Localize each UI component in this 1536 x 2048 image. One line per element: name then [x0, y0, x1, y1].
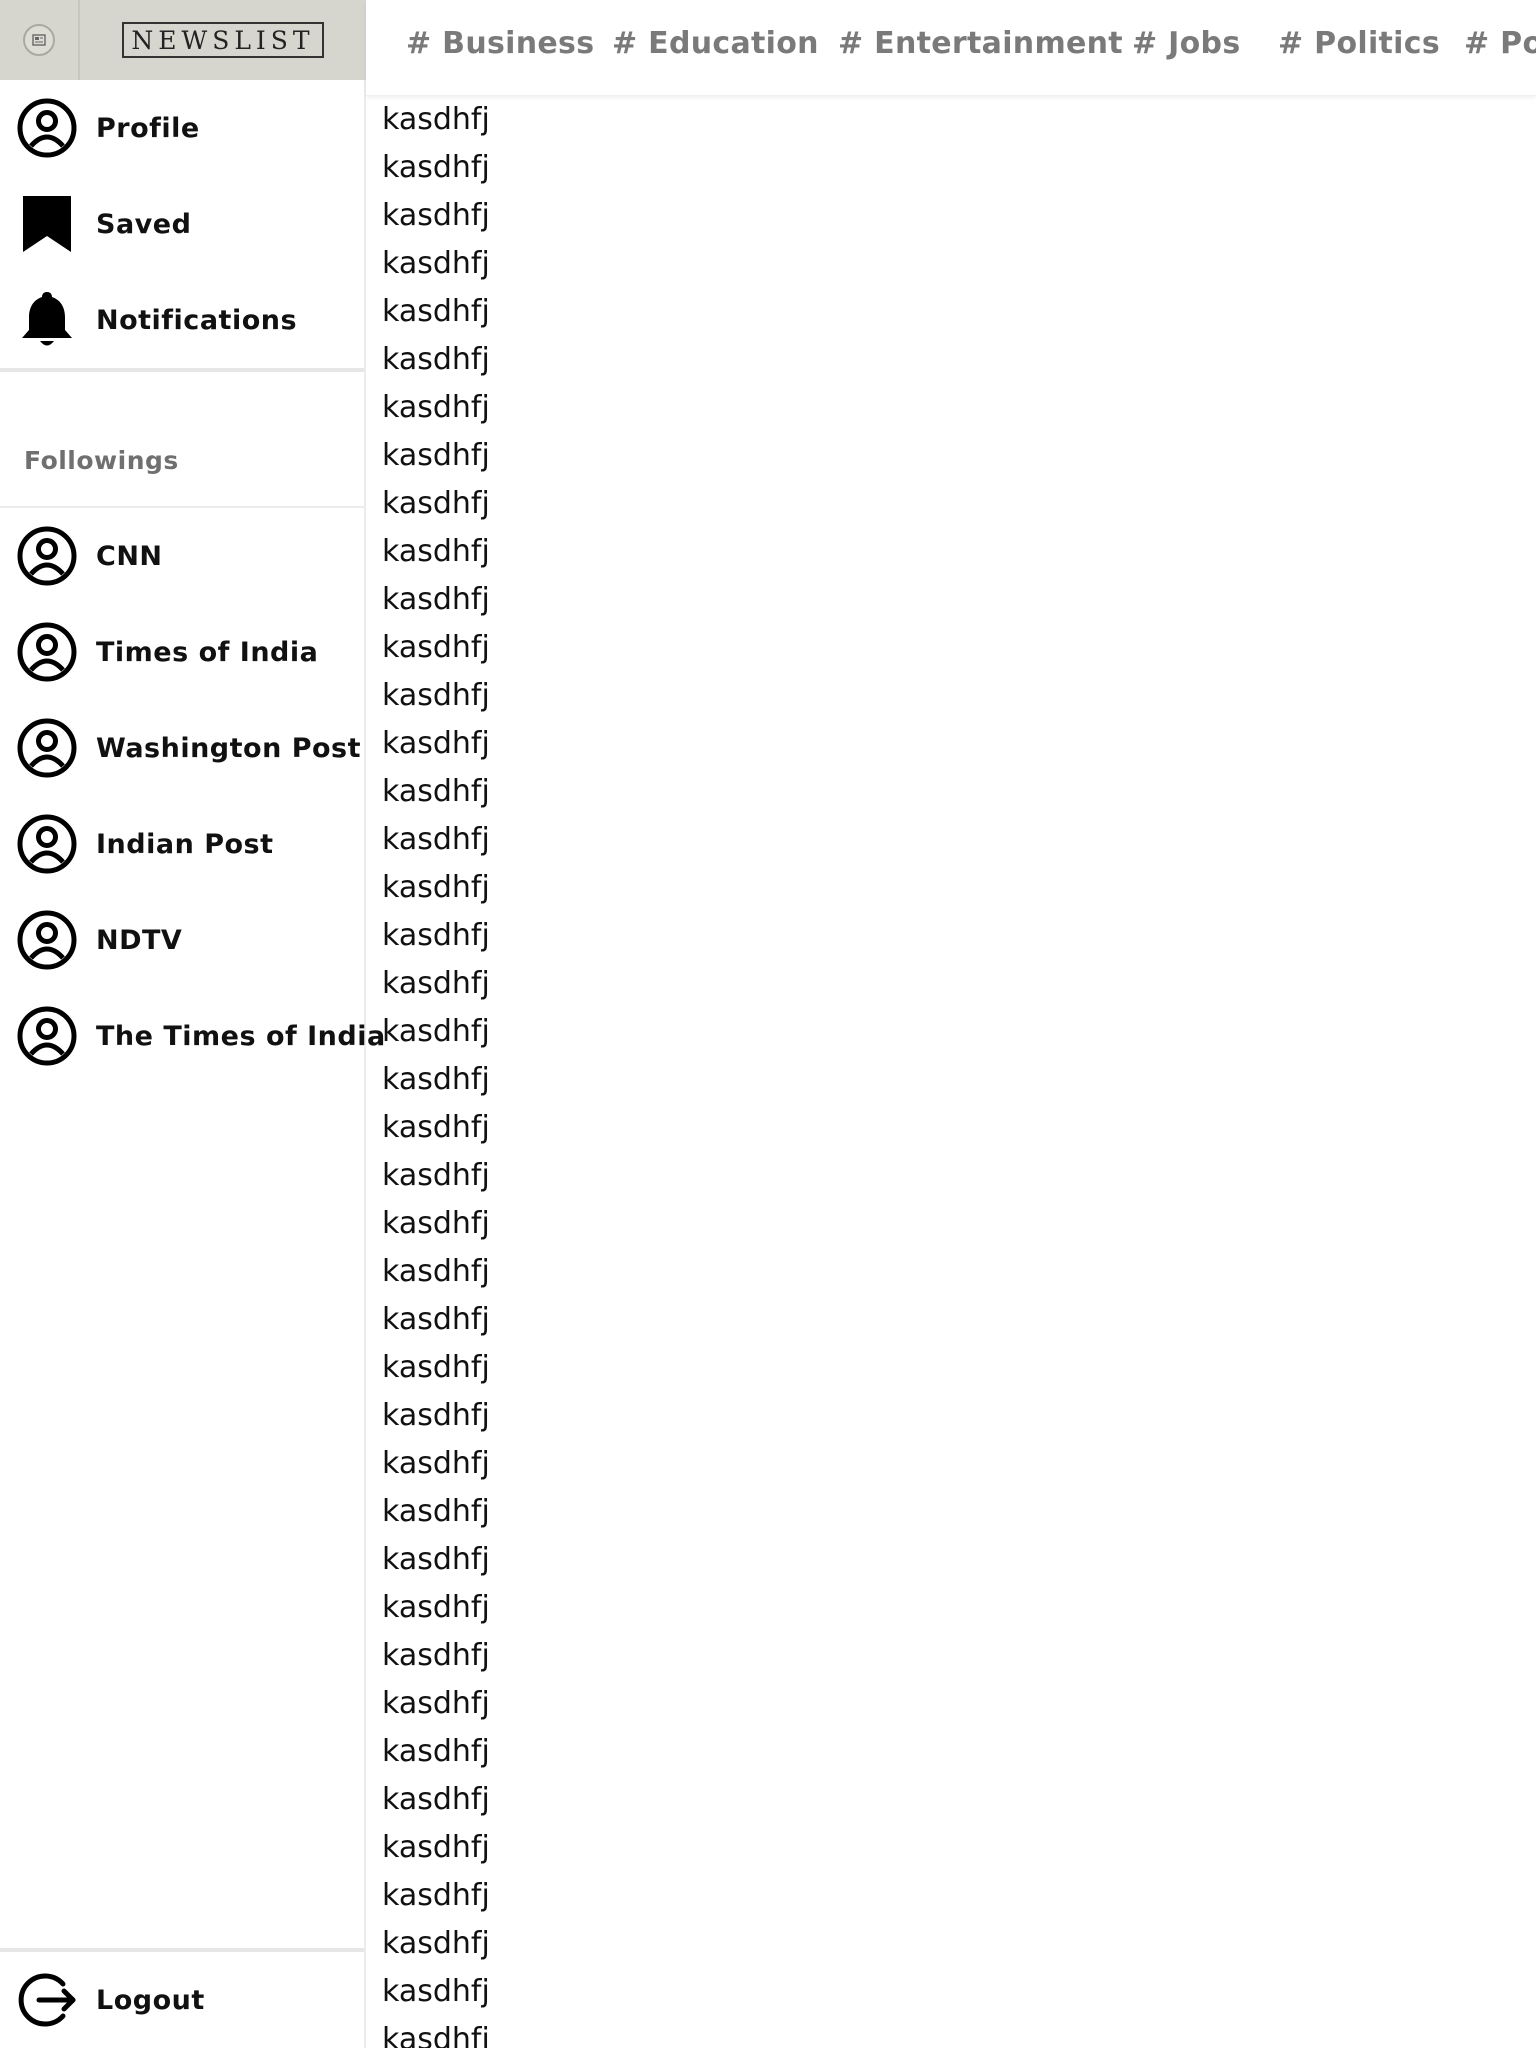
- feed-item[interactable]: kasdhfj: [382, 1296, 490, 1344]
- tab-jobs[interactable]: # Jobs: [1132, 26, 1241, 61]
- tab-pop[interactable]: # Po: [1464, 26, 1536, 61]
- tab-education[interactable]: # Education: [612, 26, 819, 61]
- brand-logo[interactable]: NEWSLIST: [122, 22, 324, 58]
- feed-item[interactable]: kasdhfj: [382, 1920, 490, 1968]
- news-feed: kasdhfj kasdhfj kasdhfj kasdhfj kasdhfj kasdh…: [382, 96, 1522, 2048]
- user-circle-icon: [17, 814, 77, 874]
- feed-item[interactable]: kasdhfj: [382, 96, 490, 144]
- feed-item[interactable]: kasdhfj: [382, 768, 490, 816]
- feed-item[interactable]: kasdhfj: [382, 384, 490, 432]
- feed-item[interactable]: kasdhfj: [382, 1104, 490, 1152]
- feed-item[interactable]: kasdhfj: [382, 144, 490, 192]
- feed-item[interactable]: kasdhfj: [382, 816, 490, 864]
- user-circle-icon: [17, 622, 77, 682]
- following-label: CNN: [96, 540, 163, 572]
- feed-item[interactable]: kasdhfj: [382, 336, 490, 384]
- feed-item[interactable]: kasdhfj: [382, 1680, 490, 1728]
- following-item-ndtv[interactable]: NDTV: [0, 892, 364, 988]
- logo-bar: NEWSLIST: [0, 0, 366, 80]
- feed-item[interactable]: kasdhfj: [382, 1536, 490, 1584]
- user-circle-icon: [17, 718, 77, 778]
- following-item-the-times-of-india[interactable]: The Times of India: [0, 988, 385, 1084]
- following-label: NDTV: [96, 924, 183, 956]
- user-circle-icon: [17, 910, 77, 970]
- feed-item[interactable]: kasdhfj: [382, 2016, 490, 2048]
- following-label: The Times of India: [96, 1020, 386, 1052]
- nav-profile[interactable]: Profile: [0, 80, 364, 176]
- nav-saved-label: Saved: [96, 208, 192, 240]
- feed-item[interactable]: kasdhfj: [382, 960, 490, 1008]
- following-label: Times of India: [96, 636, 319, 668]
- category-tabs: # Business # Education # Entertainment #…: [366, 0, 1536, 96]
- feed-item[interactable]: kasdhfj: [382, 672, 490, 720]
- feed-item[interactable]: kasdhfj: [382, 192, 490, 240]
- nav-notifications-label: Notifications: [96, 304, 298, 336]
- sidebar: NEWSLIST Profile Saved Notifications Fol…: [0, 0, 385, 2048]
- feed-item[interactable]: kasdhfj: [382, 1344, 490, 1392]
- following-item-indian-post[interactable]: Indian Post: [0, 796, 364, 892]
- feed-item[interactable]: kasdhfj: [382, 864, 490, 912]
- nav-profile-label: Profile: [96, 112, 200, 144]
- following-item-cnn[interactable]: CNN: [0, 508, 364, 604]
- feed-item[interactable]: kasdhfj: [382, 1440, 490, 1488]
- nav-saved[interactable]: Saved: [0, 176, 364, 272]
- tab-politics[interactable]: # Politics: [1278, 26, 1440, 61]
- feed-item[interactable]: kasdhfj: [382, 1776, 490, 1824]
- feed-item[interactable]: kasdhfj: [382, 912, 490, 960]
- logout-label: Logout: [96, 1984, 205, 2016]
- feed-item[interactable]: kasdhfj: [382, 624, 490, 672]
- feed-item[interactable]: kasdhfj: [382, 240, 490, 288]
- tab-business[interactable]: # Business: [406, 26, 594, 61]
- feed-item[interactable]: kasdhfj: [382, 1632, 490, 1680]
- feed-item[interactable]: kasdhfj: [382, 1248, 490, 1296]
- feed-item[interactable]: kasdhfj: [382, 1152, 490, 1200]
- app-logo-icon[interactable]: [23, 24, 55, 56]
- feed-item[interactable]: kasdhfj: [382, 288, 490, 336]
- feed-item[interactable]: kasdhfj: [382, 1824, 490, 1872]
- user-circle-icon: [17, 526, 77, 586]
- feed-item[interactable]: kasdhfj: [382, 480, 490, 528]
- feed-item[interactable]: kasdhfj: [382, 1056, 490, 1104]
- following-label: Indian Post: [96, 828, 274, 860]
- bookmark-icon: [17, 194, 77, 254]
- feed-item[interactable]: kasdhfj: [382, 528, 490, 576]
- followings-title: Followings: [24, 446, 179, 475]
- tab-entertainment[interactable]: # Entertainment: [838, 26, 1123, 61]
- feed-item[interactable]: kasdhfj: [382, 1584, 490, 1632]
- feed-item[interactable]: kasdhfj: [382, 720, 490, 768]
- feed-item[interactable]: kasdhfj: [382, 1200, 490, 1248]
- feed-item[interactable]: kasdhfj: [382, 576, 490, 624]
- bell-icon: [17, 290, 77, 350]
- nav-notifications[interactable]: Notifications: [0, 272, 364, 368]
- sidebar-divider: [0, 368, 364, 372]
- feed-item[interactable]: kasdhfj: [382, 1488, 490, 1536]
- app-logo-cell[interactable]: [0, 0, 80, 80]
- feed-item[interactable]: kasdhfj: [382, 432, 490, 480]
- feed-item[interactable]: kasdhfj: [382, 1872, 490, 1920]
- logout-button[interactable]: Logout: [0, 1952, 364, 2048]
- following-label: Washington Post: [96, 732, 362, 764]
- feed-item[interactable]: kasdhfj: [382, 1968, 490, 2016]
- following-item-times-of-india[interactable]: Times of India: [0, 604, 364, 700]
- feed-item[interactable]: kasdhfj: [382, 1008, 490, 1056]
- following-item-washington-post[interactable]: Washington Post: [0, 700, 364, 796]
- feed-item[interactable]: kasdhfj: [382, 1728, 490, 1776]
- logout-icon: [17, 1970, 77, 2030]
- feed-item[interactable]: kasdhfj: [382, 1392, 490, 1440]
- profile-icon: [17, 98, 77, 158]
- user-circle-icon: [17, 1006, 77, 1066]
